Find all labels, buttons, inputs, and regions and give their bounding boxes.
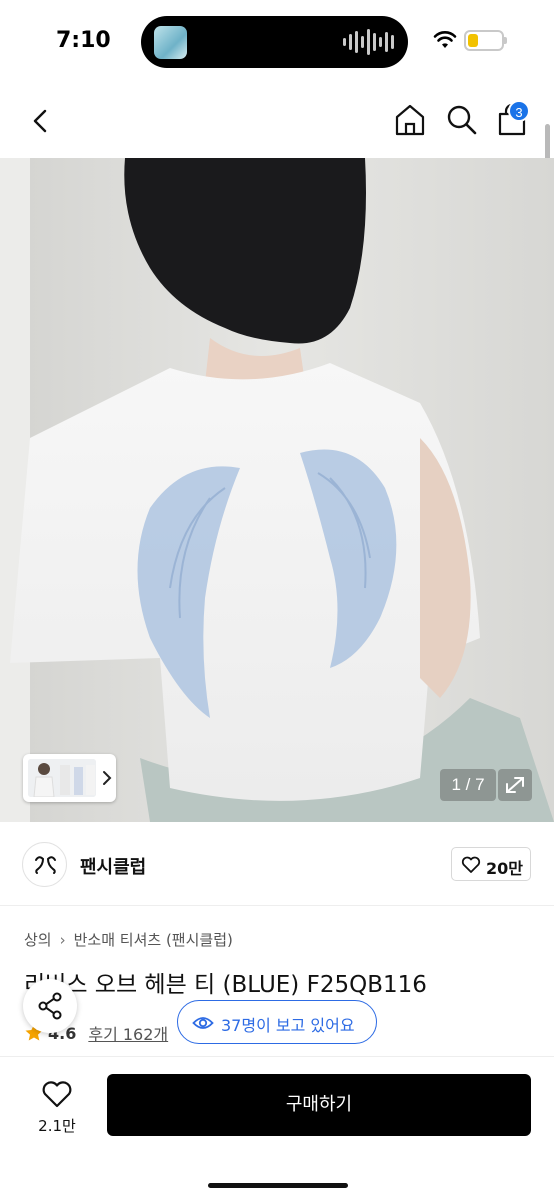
brand-logo[interactable]: [22, 842, 67, 887]
search-icon[interactable]: [444, 102, 480, 138]
product-title: 리버스 오브 헤븐 티 (BLUE) F25QB116: [24, 972, 427, 998]
viewers-text: 37명이 보고 있어요: [221, 1016, 355, 1035]
image-counter: 1 / 7: [440, 769, 496, 801]
back-icon[interactable]: [24, 104, 58, 138]
gallery-thumbnail-image: [28, 759, 96, 797]
expand-icon: [506, 777, 524, 793]
gallery-thumbnails-button[interactable]: [23, 754, 116, 802]
wifi-icon: [433, 31, 457, 48]
home-icon[interactable]: [392, 102, 428, 138]
breadcrumb: 상의 › 반소매 티셔츠 (팬시클럽): [24, 929, 233, 950]
product-image[interactable]: [0, 158, 554, 822]
brand-name[interactable]: 팬시클럽: [80, 853, 146, 879]
share-button[interactable]: [23, 979, 77, 1033]
review-count-link[interactable]: 후기 162개: [88, 1021, 168, 1045]
breadcrumb-separator-icon: ›: [59, 930, 66, 949]
viewers-badge: 37명이 보고 있어요: [177, 1000, 377, 1044]
audio-waveform-icon: [343, 28, 394, 56]
brand-row[interactable]: 팬시클럽 20만: [0, 822, 554, 906]
dynamic-island[interactable]: [141, 16, 408, 68]
buy-button[interactable]: 구매하기: [107, 1074, 531, 1136]
battery-icon: [464, 30, 507, 51]
top-nav: [0, 84, 554, 158]
expand-button[interactable]: [498, 769, 532, 801]
heart-icon: [461, 856, 481, 873]
breadcrumb-subcategory[interactable]: 반소매 티셔츠 (팬시클럽): [74, 929, 233, 950]
product-photo: [0, 158, 554, 822]
wishlist-count: 2.1만: [38, 1117, 76, 1135]
brand-like-count: 20만: [486, 859, 523, 878]
home-indicator[interactable]: [208, 1183, 348, 1188]
cart-count-badge: 3: [508, 100, 530, 122]
brand-like-button[interactable]: 20만: [451, 847, 531, 881]
status-bar: 7:10: [0, 0, 554, 84]
status-time: 7:10: [56, 28, 111, 53]
share-icon: [38, 992, 62, 1020]
battery-level: [468, 34, 478, 47]
breadcrumb-category[interactable]: 상의: [24, 929, 52, 950]
wishlist-button[interactable]: 2.1만: [26, 1075, 88, 1141]
chevron-right-icon: [103, 771, 112, 785]
heart-icon: [42, 1081, 72, 1108]
eye-icon: [192, 1017, 214, 1029]
bottom-action-bar: 2.1만 구매하기: [0, 1056, 554, 1200]
now-playing-artwork: [154, 26, 187, 59]
